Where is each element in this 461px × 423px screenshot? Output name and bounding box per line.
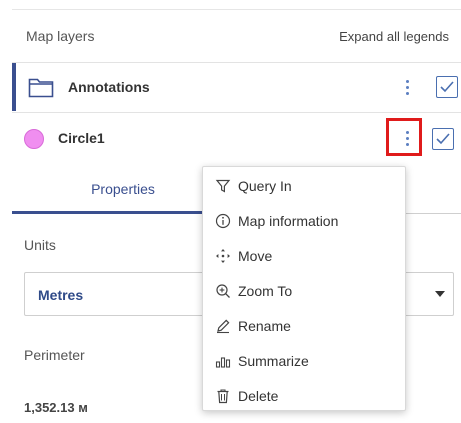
- layer-row-circle1[interactable]: Circle1: [12, 114, 461, 162]
- menu-item-label: Delete: [238, 388, 279, 404]
- zoom-in-icon: [216, 284, 230, 298]
- trash-icon: [217, 389, 229, 404]
- circle-icon: [24, 129, 44, 149]
- units-selected-value: Metres: [38, 287, 84, 303]
- panel-title: Map layers: [26, 28, 95, 44]
- caret-down-icon: [435, 291, 445, 297]
- menu-item-label: Map information: [238, 213, 339, 229]
- pencil-icon: [217, 319, 230, 334]
- layer-options-icon[interactable]: [400, 126, 414, 150]
- menu-item-label: Summarize: [238, 353, 309, 369]
- layer-name: Annotations: [68, 79, 150, 95]
- menu-item-rename[interactable]: Rename: [203, 311, 405, 341]
- info-icon: [215, 213, 231, 229]
- menu-item-delete[interactable]: Delete: [203, 381, 405, 411]
- menu-item-label: Move: [238, 248, 273, 264]
- perimeter-value: 1,352.13 м: [24, 400, 88, 415]
- folder-icon: [28, 78, 54, 98]
- units-label: Units: [24, 237, 56, 253]
- menu-item-summarize[interactable]: Summarize: [203, 346, 405, 376]
- menu-item-label: Rename: [238, 318, 291, 334]
- menu-item-label: Query In: [238, 178, 292, 194]
- tab-properties[interactable]: Properties: [12, 168, 234, 214]
- layer-options-icon[interactable]: [400, 75, 414, 99]
- layer-visibility-checkbox[interactable]: [436, 76, 458, 98]
- menu-item-move[interactable]: Move: [203, 241, 405, 271]
- menu-item-label: Zoom To: [238, 283, 293, 299]
- filter-icon: [215, 179, 231, 193]
- move-icon: [216, 249, 230, 263]
- menu-item-query-in[interactable]: Query In: [203, 171, 405, 201]
- menu-item-zoom-to[interactable]: Zoom To: [203, 276, 405, 306]
- expand-all-legends-link[interactable]: Expand all legends: [339, 29, 449, 44]
- top-divider: [12, 9, 461, 10]
- layer-row-annotations[interactable]: Annotations: [12, 63, 461, 111]
- perimeter-label: Perimeter: [24, 347, 85, 363]
- layer-visibility-checkbox[interactable]: [432, 128, 454, 150]
- layer-name: Circle1: [58, 130, 105, 146]
- bar-chart-icon: [215, 357, 231, 368]
- menu-item-map-information[interactable]: Map information: [203, 206, 405, 236]
- layer-context-menu: Query In Map information Move Zoom To Re…: [202, 166, 406, 411]
- row-divider: [12, 112, 461, 113]
